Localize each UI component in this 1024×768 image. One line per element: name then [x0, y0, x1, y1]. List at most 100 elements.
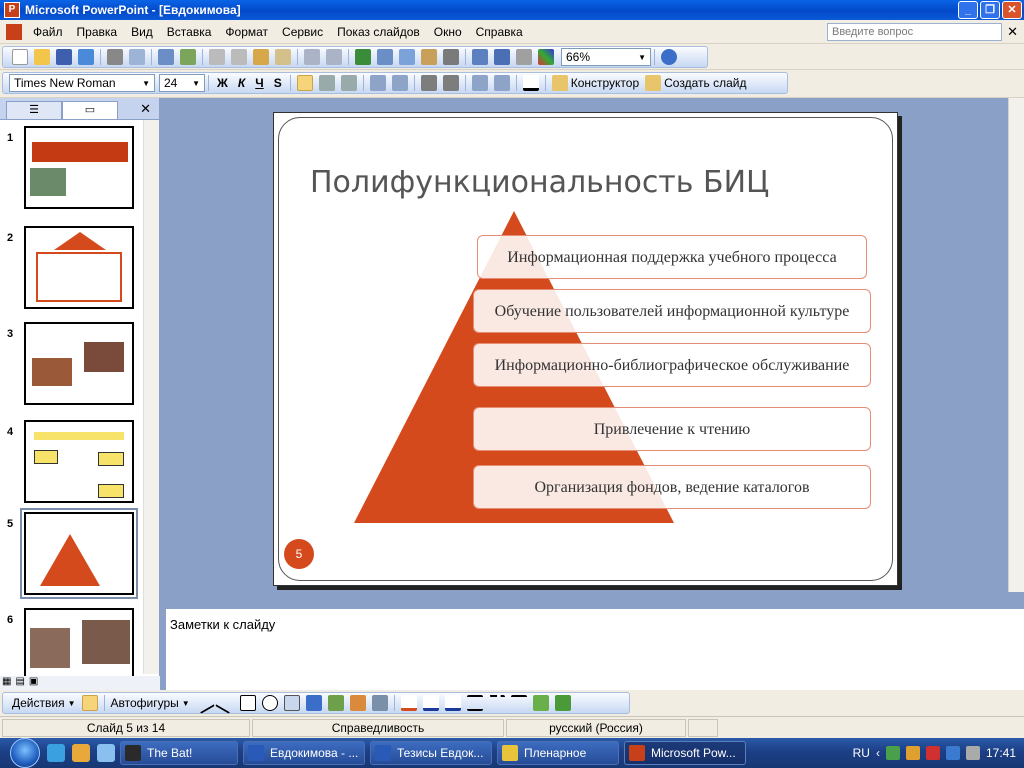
menu-format[interactable]: Формат — [218, 25, 275, 39]
preview-icon[interactable] — [129, 49, 145, 65]
pyramid-item-3[interactable]: Информационно-библиографическое обслужив… — [473, 343, 871, 387]
doc-close-icon[interactable]: ✕ — [1007, 24, 1018, 40]
wordart-icon[interactable] — [305, 695, 322, 711]
thumbnail-item[interactable]: 4 — [0, 420, 143, 510]
cut-icon[interactable] — [209, 49, 225, 65]
pyramid-item-4[interactable]: Привлечение к чтению — [473, 407, 871, 451]
line-color-icon[interactable] — [422, 695, 439, 711]
volume-icon[interactable] — [965, 746, 980, 760]
arrow-style-icon[interactable] — [510, 695, 527, 711]
align-center-icon[interactable] — [318, 75, 335, 91]
taskbar-button-word-1[interactable]: Евдокимова - ... — [243, 741, 365, 765]
slide-thumbnail[interactable] — [24, 226, 134, 309]
picture-icon[interactable] — [371, 695, 388, 711]
actions-menu[interactable]: Действия ▼ — [12, 696, 76, 710]
italic-button[interactable]: К — [238, 76, 245, 90]
menu-slideshow[interactable]: Показ слайдов — [330, 25, 427, 39]
menu-file[interactable]: Файл — [26, 25, 70, 39]
menu-insert[interactable]: Вставка — [160, 25, 219, 39]
increase-indent-icon[interactable] — [493, 75, 510, 91]
print-icon[interactable] — [107, 49, 123, 65]
menu-tools[interactable]: Сервис — [275, 25, 330, 39]
hyperlink-icon[interactable] — [421, 49, 437, 65]
show-desktop-icon[interactable] — [97, 744, 115, 762]
menu-edit[interactable]: Правка — [70, 25, 125, 39]
pyramid-item-1[interactable]: Информационная поддержка учебного процес… — [477, 235, 867, 279]
slide-thumbnail[interactable] — [20, 508, 138, 599]
tab-slides[interactable]: ▭ — [62, 101, 118, 119]
shadow-button[interactable]: S — [274, 76, 282, 90]
3d-style-icon[interactable] — [554, 695, 571, 711]
decrease-indent-icon[interactable] — [471, 75, 488, 91]
antivirus-icon[interactable] — [925, 746, 940, 760]
table-icon[interactable] — [377, 49, 393, 65]
diagram-icon[interactable] — [327, 695, 344, 711]
restore-button[interactable]: ❐ — [980, 1, 1000, 19]
slide-thumbnail[interactable] — [24, 420, 134, 503]
document-icon[interactable] — [6, 23, 22, 40]
zoom-select[interactable]: 66% ▼ — [561, 48, 651, 66]
select-pointer-icon[interactable] — [81, 695, 98, 711]
shadow-style-icon[interactable] — [532, 695, 549, 711]
minimize-button[interactable]: _ — [958, 1, 978, 19]
bold-button[interactable]: Ж — [217, 76, 228, 90]
fill-color-icon[interactable] — [400, 695, 417, 711]
grid-icon[interactable] — [443, 49, 459, 65]
menu-window[interactable]: Окно — [427, 25, 469, 39]
sorter-view-icon[interactable]: ▤ — [15, 676, 24, 690]
text-formatting-icon[interactable] — [494, 49, 510, 65]
ask-question-input[interactable]: Введите вопрос — [827, 23, 1002, 41]
tab-outline[interactable]: ☰ — [6, 101, 62, 119]
permission-icon[interactable] — [78, 49, 94, 65]
spelling-icon[interactable] — [158, 49, 174, 65]
clock[interactable]: 17:41 — [986, 746, 1016, 760]
textbox-icon[interactable] — [283, 695, 300, 711]
decrease-font-icon[interactable] — [442, 75, 459, 91]
show-grid-icon[interactable] — [516, 49, 532, 65]
slideshow-view-icon[interactable]: ▣ — [29, 676, 38, 690]
tray-icon[interactable] — [905, 746, 920, 760]
ie-icon[interactable] — [47, 744, 65, 762]
tables-borders-icon[interactable] — [399, 49, 415, 65]
copy-icon[interactable] — [231, 49, 247, 65]
slide-thumbnail[interactable] — [24, 322, 134, 405]
align-left-icon[interactable] — [296, 75, 313, 91]
new-icon[interactable] — [12, 49, 28, 65]
align-right-icon[interactable] — [340, 75, 357, 91]
folder-icon[interactable] — [72, 744, 90, 762]
thumbnail-scrollbar[interactable] — [143, 120, 159, 674]
chart-icon[interactable] — [355, 49, 371, 65]
thumbnail-item[interactable]: 1 — [0, 126, 143, 216]
normal-view-icon[interactable]: ▦ — [2, 676, 11, 690]
increase-font-icon[interactable] — [420, 75, 437, 91]
underline-button[interactable]: Ч — [255, 76, 263, 90]
bullets-icon[interactable] — [391, 75, 408, 91]
taskbar-button-plenary[interactable]: Пленарное — [497, 741, 619, 765]
rectangle-icon[interactable] — [239, 695, 256, 711]
start-button[interactable] — [10, 738, 40, 768]
line-style-icon[interactable] — [466, 695, 483, 711]
font-size-select[interactable]: 24 ▼ — [159, 74, 205, 92]
line-icon[interactable] — [192, 692, 215, 714]
thumbnail-item[interactable]: 2 — [0, 226, 143, 316]
autoshapes-menu[interactable]: Автофигуры ▼ — [111, 696, 190, 710]
help-icon[interactable] — [661, 49, 677, 65]
notes-pane[interactable]: Заметки к слайду — [166, 606, 1024, 690]
close-button[interactable]: ✕ — [1002, 1, 1022, 19]
font-color-icon[interactable] — [522, 75, 539, 91]
arrow-icon[interactable] — [214, 692, 237, 714]
menu-view[interactable]: Вид — [124, 25, 160, 39]
current-slide[interactable]: Полифункциональность БИЦ Информационная … — [273, 112, 898, 586]
network-icon[interactable] — [945, 746, 960, 760]
new-slide-button[interactable]: Создать слайд — [645, 75, 746, 91]
paste-icon[interactable] — [253, 49, 269, 65]
pyramid-item-5[interactable]: Организация фондов, ведение каталогов — [473, 465, 871, 509]
menu-help[interactable]: Справка — [469, 25, 530, 39]
chevron-left-icon[interactable]: ‹ — [876, 746, 880, 760]
language-indicator[interactable]: RU — [853, 746, 870, 760]
taskbar-button-word-2[interactable]: Тезисы Евдок... — [370, 741, 492, 765]
format-painter-icon[interactable] — [275, 49, 291, 65]
pyramid-item-2[interactable]: Обучение пользователей информационной ку… — [473, 289, 871, 333]
taskbar-button-powerpoint[interactable]: Microsoft Pow... — [624, 741, 746, 765]
taskbar-button-thebat[interactable]: The Bat! — [120, 741, 238, 765]
